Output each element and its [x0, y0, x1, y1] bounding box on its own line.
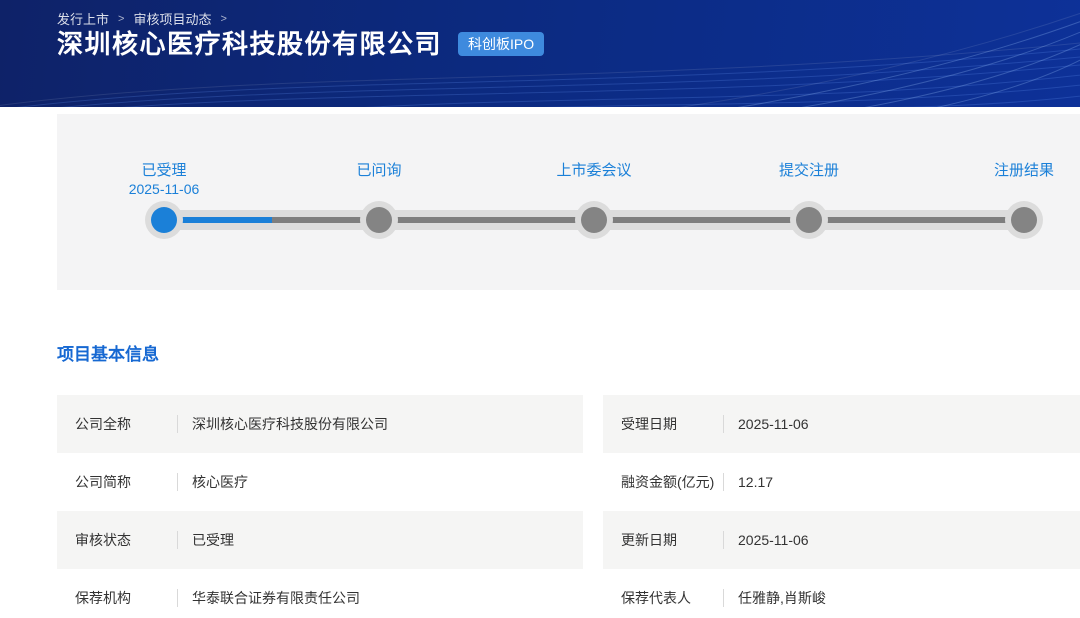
info-row-divider — [723, 531, 724, 549]
stage-label: 提交注册 — [724, 161, 894, 180]
timeline-stage: 已问询 — [294, 114, 464, 290]
info-row-value: 核心医疗 — [192, 472, 248, 492]
info-row: 公司全称 深圳核心医疗科技股份有限公司 — [57, 395, 583, 453]
info-row-label: 审核状态 — [75, 530, 177, 550]
stage-dot-icon — [1011, 207, 1037, 233]
info-row-divider — [177, 589, 178, 607]
info-row: 融资金额(亿元) 12.17 — [603, 453, 1080, 511]
breadcrumb: 发行上市 > 审核项目动态 > — [57, 9, 227, 28]
stage-label: 已受理 — [79, 161, 249, 180]
timeline-stage: 注册结果 — [939, 114, 1080, 290]
info-row-divider — [723, 473, 724, 491]
info-row-value: 2025-11-06 — [738, 532, 809, 548]
page-title: 深圳核心医疗科技股份有限公司 — [57, 28, 442, 60]
timeline-stage: 上市委会议 — [509, 114, 679, 290]
info-row-divider — [723, 589, 724, 607]
audit-progress-timeline: 已受理 2025-11-06 已问询 上市委会议 提交注册 注册结果 — [57, 114, 1080, 290]
info-row: 公司简称 核心医疗 — [57, 453, 583, 511]
info-row: 更新日期 2025-11-06 — [603, 511, 1080, 569]
info-row-divider — [177, 531, 178, 549]
stage-label: 上市委会议 — [509, 161, 679, 180]
board-ipo-badge: 科创板IPO — [458, 32, 544, 56]
info-row-divider — [723, 415, 724, 433]
stage-date — [509, 180, 679, 198]
info-row-label: 公司全称 — [75, 414, 177, 434]
title-row: 深圳核心医疗科技股份有限公司 科创板IPO — [57, 28, 544, 60]
breadcrumb-separator-icon: > — [220, 13, 226, 25]
breadcrumb-separator-icon: > — [118, 13, 124, 25]
info-row-divider — [177, 415, 178, 433]
info-row-divider — [177, 473, 178, 491]
info-row-value: 深圳核心医疗科技股份有限公司 — [192, 414, 388, 434]
info-row-label: 保荐机构 — [75, 588, 177, 608]
page-header: 发行上市 > 审核项目动态 > 深圳核心医疗科技股份有限公司 科创板IPO — [0, 0, 1080, 107]
info-row-label: 更新日期 — [621, 530, 723, 550]
stage-label: 已问询 — [294, 161, 464, 180]
basic-info-section-title: 项目基本信息 — [57, 345, 1080, 365]
stage-dot-icon — [151, 207, 177, 233]
breadcrumb-item-audit-project-dynamics[interactable]: 审核项目动态 — [133, 9, 211, 28]
info-row-value: 华泰联合证券有限责任公司 — [192, 588, 360, 608]
stage-label: 注册结果 — [939, 161, 1080, 180]
info-row-value: 2025-11-06 — [738, 416, 809, 432]
stage-date — [939, 180, 1080, 198]
timeline-stage: 已受理 2025-11-06 — [79, 114, 249, 290]
timeline-stage: 提交注册 — [724, 114, 894, 290]
basic-info-tables: 公司全称 深圳核心医疗科技股份有限公司 公司简称 核心医疗 审核状态 已受理 保… — [57, 395, 1080, 618]
info-row-label: 保荐代表人 — [621, 588, 723, 608]
basic-info-table-left: 公司全称 深圳核心医疗科技股份有限公司 公司简称 核心医疗 审核状态 已受理 保… — [57, 395, 583, 618]
info-row-value: 12.17 — [738, 474, 773, 490]
info-row-label: 融资金额(亿元) — [621, 472, 723, 492]
info-row-value: 任雅静,肖斯峻 — [738, 588, 826, 608]
info-row: 审核状态 已受理 — [57, 511, 583, 569]
stage-dot-icon — [366, 207, 392, 233]
info-row-label: 公司简称 — [75, 472, 177, 492]
basic-info-table-right: 受理日期 2025-11-06 融资金额(亿元) 12.17 更新日期 2025… — [603, 395, 1080, 618]
info-row: 保荐机构 华泰联合证券有限责任公司 — [57, 569, 583, 618]
stage-date: 2025-11-06 — [79, 180, 249, 198]
info-row-value: 已受理 — [192, 530, 234, 550]
breadcrumb-item-issue-listing[interactable]: 发行上市 — [57, 9, 109, 28]
stage-date — [724, 180, 894, 198]
stage-dot-icon — [796, 207, 822, 233]
info-row: 受理日期 2025-11-06 — [603, 395, 1080, 453]
info-row-label: 受理日期 — [621, 414, 723, 434]
stage-dot-icon — [581, 207, 607, 233]
info-row: 保荐代表人 任雅静,肖斯峻 — [603, 569, 1080, 618]
stage-date — [294, 180, 464, 198]
